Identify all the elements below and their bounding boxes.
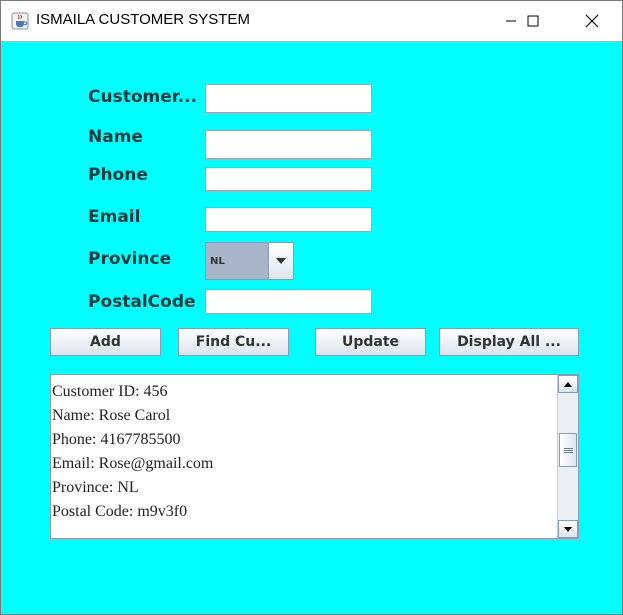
window-title: ISMAILA CUSTOMER SYSTEM: [36, 11, 250, 28]
add-button[interactable]: Add: [50, 328, 161, 356]
output-line: Name: Rose Carol: [52, 407, 171, 424]
phone-label: Phone: [88, 165, 148, 185]
output-line: Postal Code: m9v3f0: [52, 503, 188, 520]
postal-code-field[interactable]: [205, 289, 372, 314]
output-line: Phone: 4167785500: [52, 431, 181, 448]
display-all-button[interactable]: Display All ...: [439, 328, 579, 356]
java-cup-icon: [11, 12, 29, 30]
email-field[interactable]: [205, 207, 372, 232]
find-customer-button[interactable]: Find Cu...: [178, 328, 289, 356]
postal-code-label: PostalCode: [88, 292, 196, 312]
customer-id-field[interactable]: [205, 84, 372, 113]
email-label: Email: [88, 207, 141, 227]
maximize-icon[interactable]: [510, 1, 556, 41]
province-select[interactable]: NL: [205, 242, 294, 280]
app-window: ISMAILA CUSTOMER SYSTEM Customer... Name…: [0, 0, 623, 615]
name-field[interactable]: [205, 130, 372, 159]
province-label: Province: [88, 249, 172, 269]
scroll-up-icon[interactable]: [558, 375, 578, 393]
vertical-scrollbar[interactable]: [557, 375, 578, 538]
title-bar[interactable]: ISMAILA CUSTOMER SYSTEM: [1, 1, 622, 41]
province-selected-value: NL: [210, 256, 225, 267]
output-line: Province: NL: [52, 479, 139, 496]
chevron-down-icon[interactable]: [268, 243, 293, 279]
customer-id-label: Customer...: [88, 87, 198, 107]
update-button[interactable]: Update: [315, 328, 426, 356]
phone-field[interactable]: [205, 167, 372, 191]
close-icon[interactable]: [569, 1, 615, 41]
output-line: Email: Rose@gmail.com: [52, 455, 214, 472]
output-line: Customer ID: 456: [52, 383, 168, 400]
grip-line: [564, 452, 573, 453]
scroll-down-icon[interactable]: [558, 520, 578, 538]
name-label: Name: [88, 127, 143, 147]
grip-line: [564, 448, 573, 449]
output-text: Customer ID: 456 Name: Rose Carol Phone:…: [52, 380, 554, 524]
scrollbar-thumb[interactable]: [559, 433, 577, 467]
form-panel: Customer... Name Phone Email Province NL…: [1, 41, 622, 614]
grip-line: [564, 450, 573, 451]
output-text-area[interactable]: Customer ID: 456 Name: Rose Carol Phone:…: [50, 374, 579, 539]
